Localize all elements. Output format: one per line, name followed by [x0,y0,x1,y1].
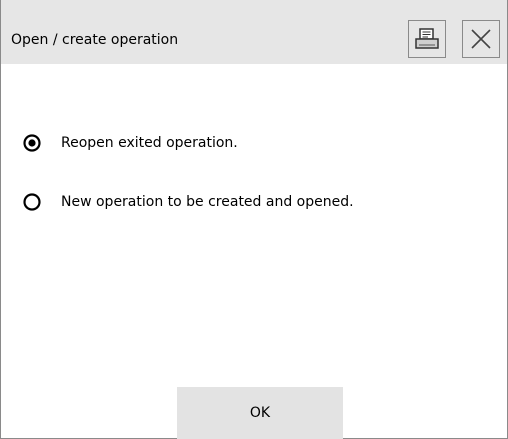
option-reopen-label: Reopen exited operation. [61,135,238,151]
radio-selected-icon[interactable] [23,134,41,152]
print-button[interactable] [408,20,446,58]
option-new-operation[interactable]: New operation to be created and opened. [23,193,354,211]
print-icon [415,28,439,49]
close-button[interactable] [462,20,500,58]
option-new-label: New operation to be created and opened. [61,194,354,210]
radio-unselected-icon[interactable] [23,193,41,211]
dialog-titlebar: Open / create operation [1,0,507,64]
close-icon [471,29,491,49]
open-create-operation-dialog: Open / create operation Reopen exited op… [0,0,508,439]
ok-button[interactable]: OK [177,387,343,439]
option-reopen-exited[interactable]: Reopen exited operation. [23,134,238,152]
dialog-title: Open / create operation [11,32,179,48]
